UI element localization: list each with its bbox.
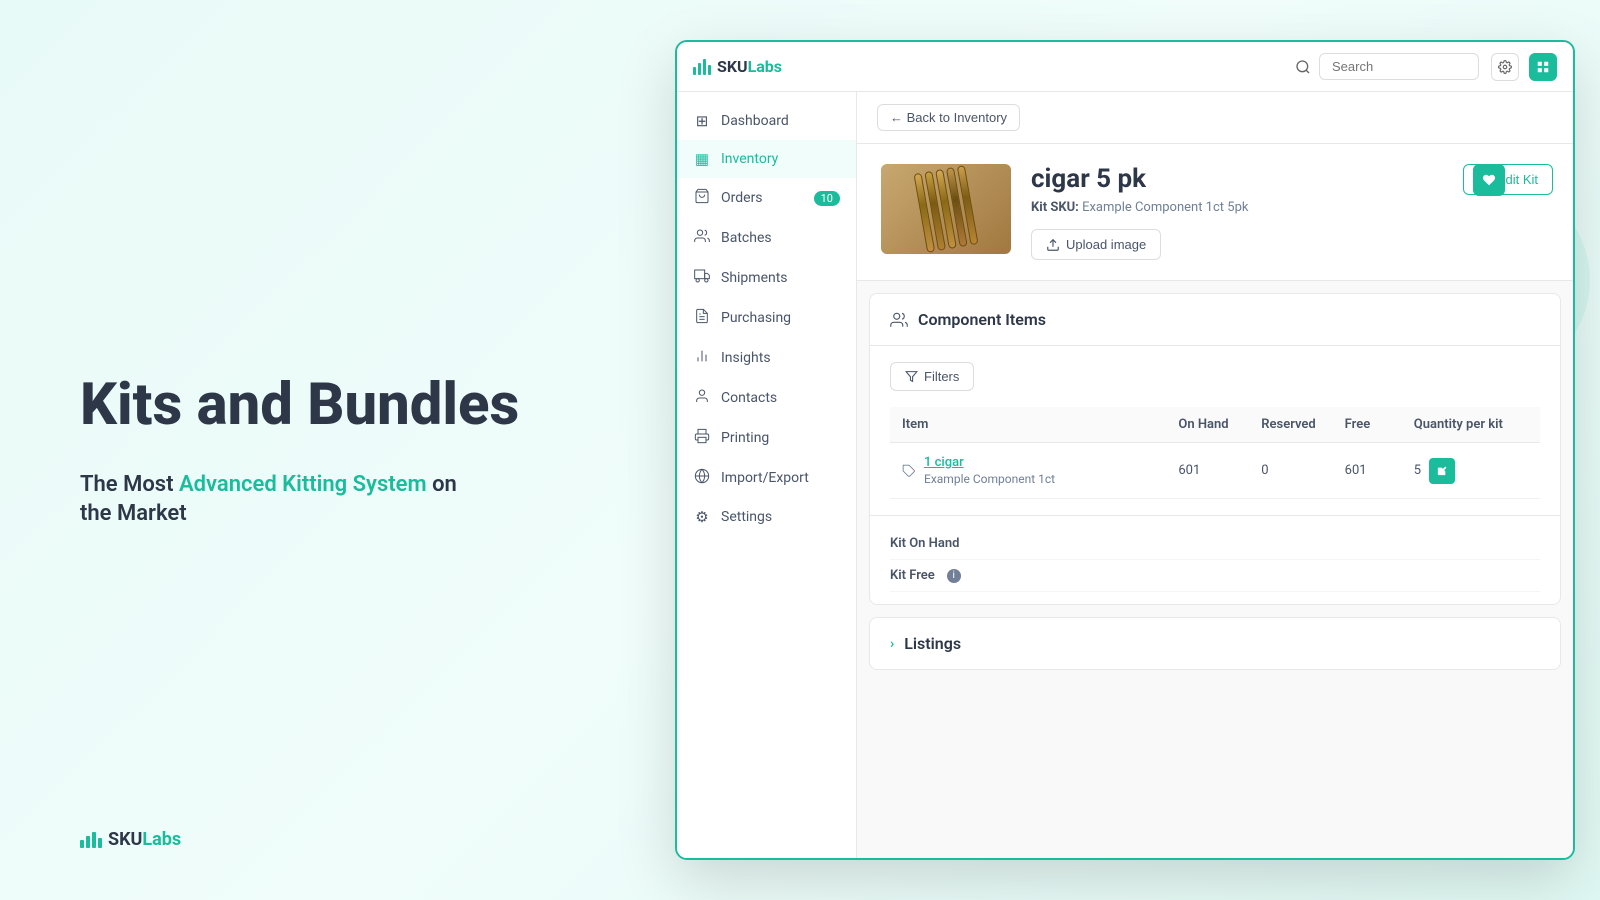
- search-input[interactable]: [1319, 53, 1479, 80]
- logo-bars-icon: [693, 59, 711, 75]
- sidebar-item-import-export[interactable]: Import/Export: [677, 458, 856, 498]
- skulabs-logo: SKULabs: [693, 57, 782, 76]
- cigar-visual: [913, 165, 978, 253]
- col-header-item: Item: [890, 407, 1166, 443]
- bottom-logo-text: SKULabs: [108, 829, 181, 850]
- component-items-section: Component Items Filters Item On Hand: [869, 293, 1561, 605]
- top-bar-icons: [1491, 53, 1557, 81]
- marketing-panel: Kits and Bundles The Most Advanced Kitti…: [0, 0, 680, 900]
- hero-title: Kits and Bundles: [80, 374, 600, 438]
- settings-icon-btn[interactable]: [1491, 53, 1519, 81]
- kit-footer: Kit On Hand Kit Free i: [870, 515, 1560, 604]
- col-header-qty: Quantity per kit: [1402, 407, 1540, 443]
- kit-on-hand-row: Kit On Hand: [890, 528, 1540, 560]
- sidebar-item-contacts[interactable]: Contacts: [677, 378, 856, 418]
- tag-icon: [902, 464, 916, 478]
- col-header-reserved: Reserved: [1249, 407, 1332, 443]
- listings-header[interactable]: › Listings: [870, 618, 1560, 669]
- sidebar-item-orders[interactable]: Orders 10: [677, 178, 856, 218]
- product-sku: Kit SKU: Example Component 1ct 5pk: [1031, 200, 1549, 215]
- kit-free-row: Kit Free i: [890, 560, 1540, 592]
- main-content: ← Back to Inventory: [857, 92, 1573, 858]
- col-header-onhand: On Hand: [1166, 407, 1249, 443]
- sidebar-item-purchasing[interactable]: Purchasing: [677, 298, 856, 338]
- kit-free-info-icon[interactable]: i: [947, 569, 961, 583]
- item-sub: Example Component 1ct: [924, 472, 1055, 486]
- listings-section: › Listings: [869, 617, 1561, 670]
- table-row: 1 cigar Example Component 1ct 601 0 601: [890, 443, 1540, 499]
- hero-subtitle: The Most Advanced Kitting System on the …: [80, 468, 600, 526]
- sidebar-item-shipments[interactable]: Shipments: [677, 258, 856, 298]
- contacts-icon: [693, 388, 711, 408]
- listings-chevron-icon: ›: [890, 636, 894, 652]
- sidebar-item-inventory[interactable]: ▦ Inventory: [677, 140, 856, 178]
- bottom-logo: SKULabs: [80, 829, 181, 850]
- item-reserved: 0: [1249, 443, 1332, 499]
- item-free: 601: [1333, 443, 1402, 499]
- component-items-table: Item On Hand Reserved Free Quantity per …: [890, 407, 1540, 499]
- section-header-component-items: Component Items: [870, 294, 1560, 346]
- bottom-logo-bars-icon: [80, 832, 102, 848]
- inventory-icon: ▦: [693, 150, 711, 168]
- orders-badge: 10: [814, 191, 840, 206]
- item-name-link[interactable]: 1 cigar: [924, 455, 1055, 470]
- sidebar: ⊞ Dashboard ▦ Inventory Orders 10: [677, 92, 857, 858]
- orders-icon: [693, 188, 711, 208]
- app-window: SKULabs ⊞ Dashboard: [675, 40, 1575, 860]
- sidebar-item-insights[interactable]: Insights: [677, 338, 856, 378]
- component-items-body: Filters Item On Hand Reserved Free Quant…: [870, 346, 1560, 515]
- product-header: cigar 5 pk Kit SKU: Example Component 1c…: [857, 144, 1573, 281]
- dashboard-icon: ⊞: [693, 112, 711, 130]
- insights-icon: [693, 348, 711, 368]
- qty-edit-btn[interactable]: [1429, 458, 1455, 484]
- product-image: [881, 164, 1011, 254]
- item-name-cell: 1 cigar Example Component 1ct: [890, 443, 1166, 499]
- search-area: [1295, 53, 1479, 80]
- logo-text: SKULabs: [717, 57, 782, 76]
- item-quantity: 5: [1402, 443, 1540, 499]
- sidebar-item-settings[interactable]: ⚙ Settings: [677, 498, 856, 536]
- back-to-inventory-btn[interactable]: ← Back to Inventory: [877, 104, 1020, 131]
- sidebar-item-batches[interactable]: Batches: [677, 218, 856, 258]
- app-body: ⊞ Dashboard ▦ Inventory Orders 10: [677, 92, 1573, 858]
- search-icon: [1295, 59, 1311, 75]
- batches-icon: [693, 228, 711, 248]
- filter-icon: [905, 370, 918, 383]
- component-items-icon: [890, 311, 908, 329]
- settings-sidebar-icon: ⚙: [693, 508, 711, 526]
- app-container: SKULabs ⊞ Dashboard: [650, 0, 1600, 900]
- printing-icon: [693, 428, 711, 448]
- import-export-icon: [693, 468, 711, 488]
- upload-image-btn[interactable]: Upload image: [1031, 229, 1161, 260]
- top-bar: SKULabs: [677, 42, 1573, 92]
- filters-btn[interactable]: Filters: [890, 362, 974, 391]
- favorite-btn[interactable]: [1473, 164, 1505, 196]
- sidebar-item-printing[interactable]: Printing: [677, 418, 856, 458]
- col-header-free: Free: [1333, 407, 1402, 443]
- grid-icon-btn[interactable]: [1529, 53, 1557, 81]
- breadcrumb-bar: ← Back to Inventory: [857, 92, 1573, 144]
- sidebar-item-dashboard[interactable]: ⊞ Dashboard: [677, 102, 856, 140]
- component-items-title: Component Items: [918, 310, 1046, 329]
- purchasing-icon: [693, 308, 711, 328]
- item-onhand: 601: [1166, 443, 1249, 499]
- listings-title: Listings: [904, 634, 961, 653]
- upload-icon: [1046, 238, 1060, 252]
- shipments-icon: [693, 268, 711, 288]
